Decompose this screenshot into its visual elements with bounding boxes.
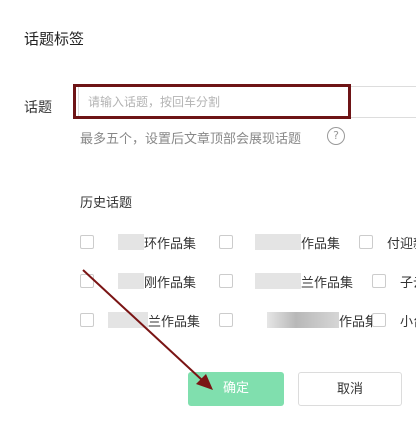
checkbox[interactable] xyxy=(80,313,94,327)
history-item-label: 刚作品集 xyxy=(144,275,197,291)
history-item-8[interactable]: 作品集 xyxy=(219,310,378,330)
blurred-text xyxy=(118,273,144,289)
annotation-arrow xyxy=(82,269,213,390)
checkbox[interactable] xyxy=(359,235,373,249)
blurred-text xyxy=(118,234,144,250)
history-item-label: 子云 xyxy=(400,275,416,291)
blurred-text xyxy=(108,312,148,328)
help-icon[interactable]: ? xyxy=(327,127,345,145)
history-item-label: 兰作品集 xyxy=(301,275,354,291)
history-item-2[interactable]: 作品集 xyxy=(219,232,340,252)
history-item-label: 兰作品集 xyxy=(148,314,201,330)
blurred-text xyxy=(267,312,339,328)
checkbox[interactable] xyxy=(219,313,233,327)
history-item-4[interactable]: 刚作品集 xyxy=(80,271,196,291)
history-title: 历史话题 xyxy=(80,196,133,211)
history-item-9[interactable]: 小台 xyxy=(372,310,416,330)
checkbox[interactable] xyxy=(80,235,94,249)
blurred-text xyxy=(255,273,301,289)
history-item-6[interactable]: 子云 xyxy=(372,271,416,291)
history-item-5[interactable]: 兰作品集 xyxy=(219,271,353,291)
blurred-text xyxy=(255,234,301,250)
history-item-7[interactable]: 兰作品集 xyxy=(80,310,200,330)
history-item-label: 付迎新 xyxy=(387,236,416,252)
checkbox[interactable] xyxy=(372,274,386,288)
topic-hint: 最多五个，设置后文章顶部会展现话题 xyxy=(80,132,302,147)
dialog-title: 话题标签 xyxy=(24,30,85,48)
checkbox[interactable] xyxy=(219,235,233,249)
history-item-label: 作品集 xyxy=(301,236,341,252)
confirm-button[interactable]: 确定 xyxy=(188,372,284,406)
checkbox[interactable] xyxy=(80,274,94,288)
checkbox[interactable] xyxy=(372,313,386,327)
history-item-label: 小台 xyxy=(400,314,416,330)
history-item-1[interactable]: 环作品集 xyxy=(80,232,196,252)
cancel-button[interactable]: 取消 xyxy=(298,372,402,406)
checkbox[interactable] xyxy=(219,274,233,288)
history-item-3[interactable]: 付迎新 xyxy=(359,232,416,252)
topic-label: 话题 xyxy=(24,100,52,116)
history-item-label: 环作品集 xyxy=(144,236,197,252)
topic-input[interactable] xyxy=(79,87,416,117)
topic-input-box[interactable] xyxy=(78,86,416,118)
